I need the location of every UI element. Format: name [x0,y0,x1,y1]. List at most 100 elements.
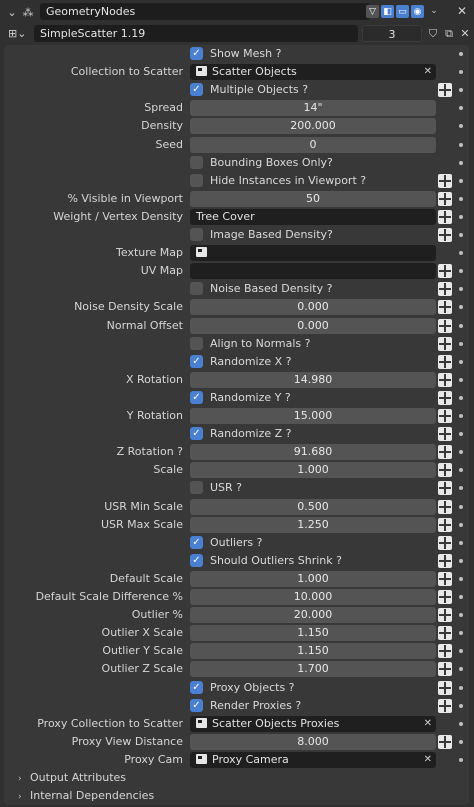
checkbox[interactable]: ✓ [190,554,203,567]
keyframe-dot-icon[interactable] [459,197,463,201]
number-field[interactable]: 14" [190,100,436,116]
keyframe-dot-icon[interactable] [459,161,463,165]
keyframe-dot-icon[interactable] [459,251,463,255]
keyframe-dot-icon[interactable] [459,450,463,454]
keyframe-dot-icon[interactable] [459,88,463,92]
keyframe-dot-icon[interactable] [459,722,463,726]
checkbox[interactable] [190,228,203,241]
number-field[interactable]: 15.000 [190,408,436,424]
checkbox[interactable] [190,481,203,494]
keyframe-dot-icon[interactable] [459,595,463,599]
checkbox[interactable]: ✓ [190,681,203,694]
attribute-toggle-icon[interactable] [438,300,452,314]
attribute-toggle-icon[interactable] [438,355,452,369]
keyframe-dot-icon[interactable] [459,740,463,744]
attribute-toggle-icon[interactable] [438,264,452,278]
keyframe-dot-icon[interactable] [459,378,463,382]
keyframe-dot-icon[interactable] [459,523,463,527]
filter-icon[interactable]: ▽ [366,5,379,18]
node-group-name-field[interactable]: SimpleScatter 1.19 [34,25,358,42]
keyframe-dot-icon[interactable] [459,52,463,56]
clear-icon[interactable]: ✕ [424,64,432,80]
checkbox[interactable] [190,282,203,295]
attribute-toggle-icon[interactable] [438,536,452,550]
checkbox[interactable]: ✓ [190,47,203,60]
attribute-toggle-icon[interactable] [438,608,452,622]
data-block-field[interactable]: Scatter Objects ✕ [190,64,436,80]
attribute-toggle-icon[interactable] [438,445,452,459]
attribute-toggle-icon[interactable] [438,662,452,676]
keyframe-dot-icon[interactable] [459,342,463,346]
keyframe-dot-icon[interactable] [459,541,463,545]
modifier-name-field[interactable]: GeometryNodes [40,3,370,20]
number-field[interactable]: 1.000 [190,462,436,478]
attribute-toggle-icon[interactable] [438,572,452,586]
attribute-toggle-icon[interactable] [438,409,452,423]
attribute-toggle-icon[interactable] [438,337,452,351]
number-field[interactable]: 50 [190,191,436,207]
attribute-toggle-icon[interactable] [438,463,452,477]
keyframe-dot-icon[interactable] [459,468,463,472]
number-field[interactable]: 20.000 [190,607,436,623]
attribute-toggle-icon[interactable] [438,282,452,296]
number-field[interactable]: 14.980 [190,372,436,388]
section-internal-dependencies[interactable]: › Internal Dependencies [18,788,154,804]
keyframe-dot-icon[interactable] [459,360,463,364]
keyframe-dot-icon[interactable] [459,559,463,563]
attribute-toggle-icon[interactable] [438,554,452,568]
keyframe-dot-icon[interactable] [459,414,463,418]
number-field[interactable]: 1.150 [190,643,436,659]
keyframe-dot-icon[interactable] [459,269,463,273]
checkbox[interactable]: ✓ [190,391,203,404]
duplicate-icon[interactable]: ⧉ [442,26,456,41]
checkbox[interactable] [190,337,203,350]
keyframe-dot-icon[interactable] [459,215,463,219]
keyframe-dot-icon[interactable] [459,179,463,183]
number-field[interactable]: 200.000 [190,118,436,134]
attribute-toggle-icon[interactable] [438,174,452,188]
keyframe-dot-icon[interactable] [459,106,463,110]
number-field[interactable]: 91.680 [190,444,436,460]
keyframe-dot-icon[interactable] [459,613,463,617]
keyframe-dot-icon[interactable] [459,649,463,653]
attribute-toggle-icon[interactable] [438,373,452,387]
checkbox[interactable]: ✓ [190,83,203,96]
number-field[interactable]: 0 [190,137,436,153]
data-block-field[interactable] [190,245,436,261]
keyframe-dot-icon[interactable] [459,124,463,128]
keyframe-dot-icon[interactable] [459,287,463,291]
attribute-toggle-icon[interactable] [438,210,452,224]
attribute-toggle-icon[interactable] [438,644,452,658]
attribute-toggle-icon[interactable] [438,500,452,514]
attribute-toggle-icon[interactable] [438,481,452,495]
attribute-toggle-icon[interactable] [438,391,452,405]
keyframe-dot-icon[interactable] [459,432,463,436]
number-field[interactable]: 1.000 [190,571,436,587]
attribute-toggle-icon[interactable] [438,699,452,713]
modifier-menu-chevron-icon[interactable]: ⌄ [428,3,440,20]
data-block-field[interactable]: Scatter Objects Proxies ✕ [190,716,436,732]
number-field[interactable]: 0.500 [190,499,436,515]
number-field[interactable]: 10.000 [190,589,436,605]
number-field[interactable]: 1.700 [190,661,436,677]
keyframe-dot-icon[interactable] [459,233,463,237]
text-field[interactable] [190,263,436,279]
keyframe-dot-icon[interactable] [459,758,463,762]
keyframe-dot-icon[interactable] [459,667,463,671]
attribute-toggle-icon[interactable] [438,518,452,532]
text-field[interactable]: Tree Cover [190,209,436,225]
user-count[interactable]: 3 [362,25,422,42]
checkbox[interactable]: ✓ [190,427,203,440]
keyframe-dot-icon[interactable] [459,505,463,509]
keyframe-dot-icon[interactable] [459,486,463,490]
attribute-toggle-icon[interactable] [438,228,452,242]
viewport-icon[interactable]: ▭ [396,5,409,18]
clear-icon[interactable]: ✕ [424,716,432,732]
keyframe-dot-icon[interactable] [459,324,463,328]
remove-modifier-button[interactable]: ✕ [454,3,470,20]
collapse-chevron-icon[interactable]: ⌄ [4,4,20,20]
keyframe-dot-icon[interactable] [459,396,463,400]
section-output-attributes[interactable]: › Output Attributes [18,770,126,786]
keyframe-dot-icon[interactable] [459,704,463,708]
attribute-toggle-icon[interactable] [438,735,452,749]
